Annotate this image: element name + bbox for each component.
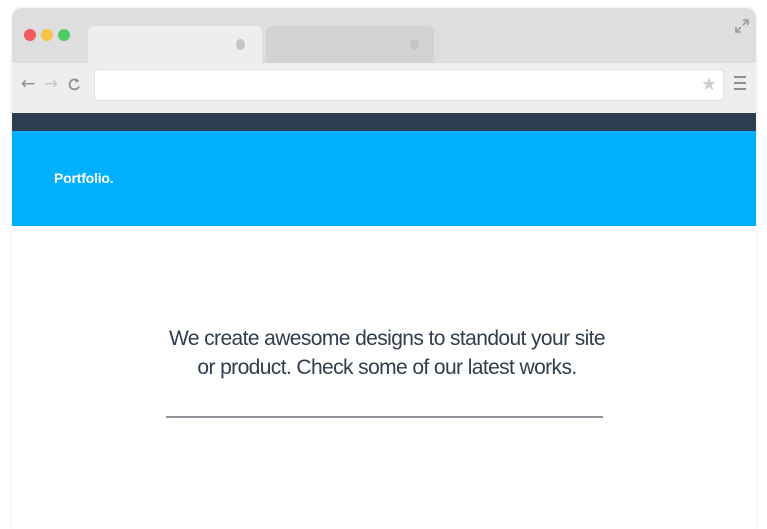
hamburger-menu-icon[interactable] [734, 76, 746, 90]
tab-inactive[interactable] [266, 26, 434, 63]
site-header: Portfolio. [12, 131, 756, 226]
star-icon[interactable]: ★ [701, 75, 717, 95]
tab-strip [12, 8, 756, 63]
arrow-left-icon[interactable]: ← [20, 74, 36, 94]
page-heading: We create awesome designs to standout yo… [112, 324, 662, 382]
heading-line-1: We create awesome designs to standout yo… [169, 327, 606, 350]
tab-active[interactable] [88, 26, 262, 63]
url-input[interactable] [103, 76, 683, 94]
heading-line-2: or product. Check some of our latest wor… [197, 356, 577, 379]
minimize-window-button[interactable] [41, 29, 53, 41]
brand-logo[interactable]: Portfolio. [54, 170, 114, 186]
browser-toolbar: ← → ★ [12, 63, 756, 113]
browser-window: ← → ★ Portfolio. We create awesome desig… [12, 8, 756, 529]
address-bar[interactable]: ★ [94, 69, 724, 101]
expand-icon[interactable] [734, 18, 750, 34]
reload-icon[interactable] [67, 76, 81, 92]
tab-close-icon[interactable] [236, 39, 245, 50]
zoom-window-button[interactable] [58, 29, 70, 41]
tab-close-icon[interactable] [410, 39, 419, 50]
main-content: We create awesome designs to standout yo… [12, 226, 756, 529]
site-top-bar [12, 113, 756, 131]
section-divider [166, 416, 603, 418]
close-window-button[interactable] [24, 29, 36, 41]
arrow-right-icon[interactable]: → [43, 74, 59, 94]
